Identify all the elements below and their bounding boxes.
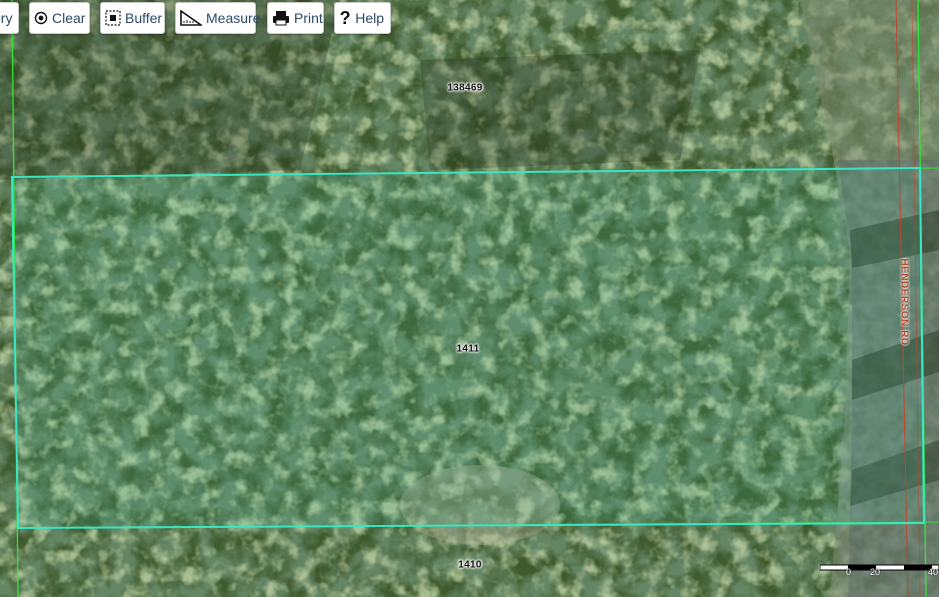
scale-tick-label: 40	[928, 567, 939, 577]
clear-button[interactable]: Clear	[29, 2, 90, 34]
history-button[interactable]: ory	[0, 2, 19, 34]
help-label: Help	[355, 10, 384, 26]
aerial-map[interactable]: 138469 1411 1410 HENDERSON RD 0 20 40	[0, 0, 939, 597]
help-icon: ?	[339, 7, 351, 28]
clear-label: Clear	[52, 10, 86, 26]
help-button[interactable]: ? Help	[334, 2, 391, 34]
ruler-icon	[180, 9, 202, 27]
measure-label: Measure	[206, 10, 261, 26]
print-label: Print	[294, 10, 323, 26]
printer-icon	[272, 9, 290, 27]
buffer-label: Buffer	[125, 10, 163, 26]
print-button[interactable]: Print	[267, 2, 324, 34]
road-label: HENDERSON RD	[898, 258, 910, 346]
buffer-icon	[105, 9, 121, 27]
history-label: ory	[0, 10, 13, 26]
parcel-label: 1411	[456, 343, 480, 355]
scale-tick-label: 20	[870, 567, 881, 577]
scale-tick-label: 0	[846, 567, 852, 577]
scale-bar: 0 20 40	[819, 561, 939, 577]
parcel-label: 138469	[447, 82, 483, 94]
clear-icon	[34, 9, 48, 27]
measure-button[interactable]: Measure	[175, 2, 260, 34]
parcel-label: 1410	[458, 559, 482, 571]
buffer-button[interactable]: Buffer	[100, 2, 165, 34]
